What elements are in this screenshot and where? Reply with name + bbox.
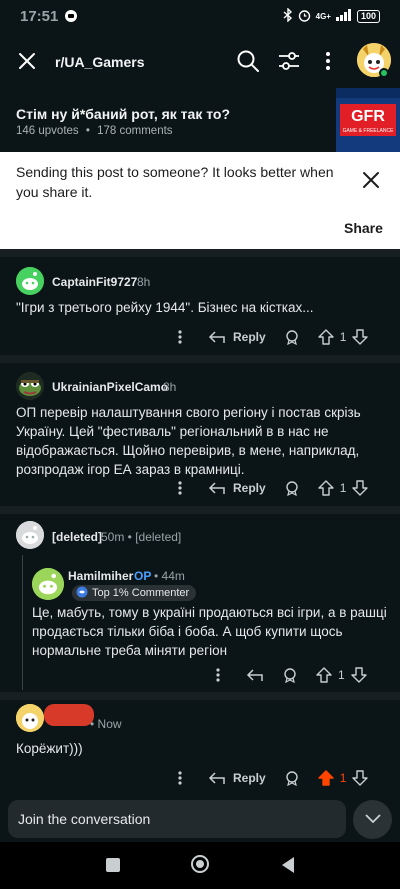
reply-button[interactable]: Reply xyxy=(233,330,266,344)
search-icon[interactable] xyxy=(236,49,260,73)
trophy-icon xyxy=(76,586,88,601)
vote-count: 1 xyxy=(339,771,347,785)
upvote-icon[interactable] xyxy=(317,329,334,345)
comment-time: 8h xyxy=(163,380,177,394)
award-icon[interactable] xyxy=(284,770,300,786)
online-indicator xyxy=(379,68,389,78)
signal-icon xyxy=(335,9,352,24)
more-options-icon[interactable] xyxy=(324,50,332,72)
dismiss-icon[interactable] xyxy=(360,169,382,191)
more-icon[interactable] xyxy=(170,771,190,785)
post-thumbnail[interactable]: GFR GAME & FREELANCE xyxy=(336,88,400,152)
reply-button[interactable]: Reply xyxy=(233,481,266,495)
back-icon[interactable] xyxy=(280,856,296,879)
upvote-icon[interactable] xyxy=(316,667,332,683)
comment-input[interactable]: Join the conversation xyxy=(8,800,346,838)
avatar[interactable] xyxy=(16,521,44,549)
status-bar: 17:51 4G+ 100 xyxy=(0,0,400,34)
reply-icon[interactable] xyxy=(208,330,226,344)
avatar[interactable] xyxy=(32,568,64,600)
comment-username[interactable]: UkrainianPixelCamo xyxy=(52,380,168,394)
upvote-icon[interactable] xyxy=(317,770,334,786)
comment-actions: 1 xyxy=(208,664,386,686)
divider xyxy=(0,692,400,700)
op-label: OP xyxy=(134,569,152,583)
comment-username[interactable]: Hamilmiher xyxy=(68,569,133,583)
network-label: 4G+ xyxy=(315,12,331,21)
reply-icon[interactable] xyxy=(208,771,226,785)
vote-count: 1 xyxy=(338,668,345,682)
comment-text: Це, мабуть, тому в україні продаються вс… xyxy=(32,605,387,658)
status-icons: 4G+ 100 xyxy=(283,7,380,25)
vote-count: 1 xyxy=(339,481,347,495)
award-icon[interactable] xyxy=(284,329,300,345)
recent-apps-icon[interactable] xyxy=(105,857,121,878)
comment-text: Корёжит))) xyxy=(16,741,83,756)
post-meta: 146 upvotes • 178 comments xyxy=(16,125,173,137)
downvote-icon[interactable] xyxy=(350,667,367,683)
system-nav-bar xyxy=(0,842,400,889)
downvote-icon[interactable] xyxy=(352,329,369,345)
sort-filter-icon[interactable] xyxy=(277,50,301,72)
comment-time: 50m • [deleted] xyxy=(101,530,182,544)
upvote-icon[interactable] xyxy=(317,480,334,496)
comment-input-placeholder: Join the conversation xyxy=(18,811,151,827)
vote-count: 1 xyxy=(339,330,347,344)
battery-icon: 100 xyxy=(356,10,380,23)
share-button[interactable]: Share xyxy=(344,220,383,236)
meta-dot: • xyxy=(85,125,90,137)
avatar[interactable] xyxy=(16,372,44,400)
share-message: Sending this post to someone? It looks b… xyxy=(16,164,334,200)
comment-username[interactable]: [deleted] xyxy=(52,530,102,544)
more-icon[interactable] xyxy=(208,668,228,682)
award-icon[interactable] xyxy=(284,480,300,496)
chevron-down-icon xyxy=(364,811,382,829)
share-banner: Sending this post to someone? It looks b… xyxy=(0,152,400,249)
thumbnail-subtext: GAME & FREELANCE xyxy=(342,128,394,134)
status-time: 17:51 xyxy=(20,8,59,25)
award-icon[interactable] xyxy=(282,667,298,683)
flair-badge: Top 1% Commenter xyxy=(72,585,197,601)
close-icon[interactable] xyxy=(16,50,38,72)
top-bar: r/UA_Gamers xyxy=(0,34,400,90)
comment-count: 178 comments xyxy=(97,125,173,137)
downvote-icon[interactable] xyxy=(352,770,369,786)
reply-button[interactable]: Reply xyxy=(233,771,266,785)
redacted-username xyxy=(44,704,94,726)
comment-time: • 44m xyxy=(154,569,185,583)
divider xyxy=(0,355,400,363)
comment-actions: Reply 1 xyxy=(170,767,385,789)
next-comment-button[interactable] xyxy=(353,800,392,839)
upvote-count: 146 upvotes xyxy=(16,125,79,137)
downvote-icon[interactable] xyxy=(352,480,369,496)
home-icon[interactable] xyxy=(190,854,210,879)
comment-text: "Ігри з третього рейху 1944". Бізнес на … xyxy=(16,300,314,315)
comment-actions: Reply 1 xyxy=(170,477,385,499)
comment-actions: Reply 1 xyxy=(170,326,385,348)
thumbnail-bar xyxy=(336,88,400,98)
reply-icon[interactable] xyxy=(246,668,264,682)
post-title: Стім ну й*баний рот, як так то? xyxy=(16,106,230,122)
subreddit-title[interactable]: r/UA_Gamers xyxy=(55,54,145,70)
comment-time: • Now xyxy=(90,717,122,731)
divider xyxy=(0,249,400,257)
comment-time: 8h xyxy=(137,275,151,289)
reply-icon[interactable] xyxy=(208,481,226,495)
more-icon[interactable] xyxy=(170,330,190,344)
notification-icon xyxy=(64,9,78,28)
comment-text: ОП перевір налаштування свого регіону і … xyxy=(16,405,361,477)
more-icon[interactable] xyxy=(170,481,190,495)
bluetooth-icon xyxy=(283,7,293,25)
badge-label: Top 1% Commenter xyxy=(92,587,190,599)
avatar[interactable] xyxy=(16,704,44,732)
alarm-icon xyxy=(298,9,311,25)
thread-line[interactable] xyxy=(22,555,23,690)
comment-username[interactable]: CaptainFit9727 xyxy=(52,275,137,289)
avatar[interactable] xyxy=(16,267,44,295)
divider xyxy=(0,506,400,514)
